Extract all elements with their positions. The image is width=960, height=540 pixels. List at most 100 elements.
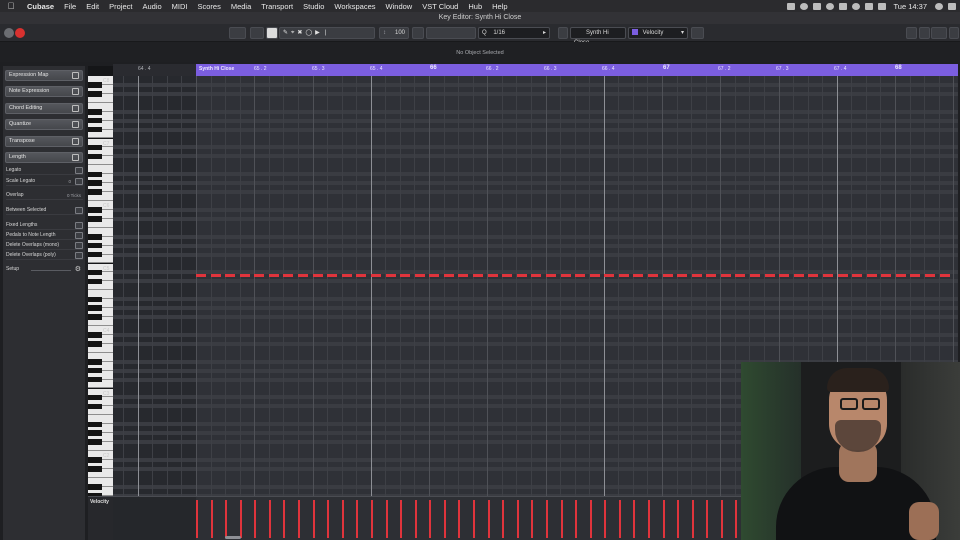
velocity-bar[interactable]	[356, 500, 359, 538]
record-button[interactable]	[15, 28, 25, 38]
velocity-bar[interactable]	[400, 500, 403, 538]
menu-studio[interactable]: Studio	[298, 2, 329, 11]
midi-note[interactable]	[910, 274, 921, 277]
ruler[interactable]: 64 . 4 Synth Hi Close 65 . 2 65 . 3 65 .…	[113, 64, 958, 76]
midi-note[interactable]	[793, 274, 804, 277]
midi-note[interactable]	[822, 274, 833, 277]
midi-note[interactable]	[895, 274, 906, 277]
velocity-bar[interactable]	[487, 500, 490, 538]
midi-note[interactable]	[429, 274, 440, 277]
section-length[interactable]: Length	[5, 152, 83, 163]
midi-note[interactable]	[618, 274, 629, 277]
menubar-clock[interactable]: Tue 14:37	[891, 2, 931, 11]
velocity-bar[interactable]	[327, 500, 330, 538]
menu-audio[interactable]: Audio	[137, 2, 166, 11]
midi-note[interactable]	[283, 274, 294, 277]
velocity-bar[interactable]	[298, 500, 301, 538]
black-key[interactable]	[88, 314, 102, 320]
midi-note[interactable]	[604, 274, 615, 277]
function-fixed-lengths[interactable]: Fixed Lengths	[6, 221, 83, 230]
battery-icon[interactable]	[877, 2, 886, 10]
menu-scores[interactable]: Scores	[193, 2, 226, 11]
midi-note[interactable]	[779, 274, 790, 277]
midi-note[interactable]	[735, 274, 746, 277]
velocity-bar[interactable]	[589, 500, 592, 538]
velocity-bar[interactable]	[735, 500, 738, 538]
midi-note[interactable]	[268, 274, 279, 277]
section-chord-editing[interactable]: Chord Editing	[5, 103, 83, 114]
midi-note[interactable]	[225, 274, 236, 277]
keyboard-octave[interactable]	[88, 263, 113, 327]
object-selection-tool[interactable]	[266, 27, 278, 39]
quantize-field[interactable]: Q 1/16 ▸	[478, 27, 550, 39]
black-key[interactable]	[88, 171, 102, 177]
midi-note[interactable]	[545, 274, 556, 277]
midi-note[interactable]	[516, 274, 527, 277]
black-key[interactable]	[88, 439, 102, 445]
power-icon[interactable]	[4, 28, 14, 38]
black-key[interactable]	[88, 234, 102, 240]
midi-note[interactable]	[764, 274, 775, 277]
volume-icon[interactable]	[864, 2, 873, 10]
black-key[interactable]	[88, 207, 102, 213]
window-layout-icon[interactable]	[931, 27, 947, 39]
black-key[interactable]	[88, 332, 102, 338]
velocity-bar[interactable]	[254, 500, 257, 538]
black-key[interactable]	[88, 278, 102, 285]
menu-workspaces[interactable]: Workspaces	[329, 2, 380, 11]
velocity-bar[interactable]	[633, 500, 636, 538]
midi-note[interactable]	[356, 274, 367, 277]
midi-note[interactable]	[691, 274, 702, 277]
black-key[interactable]	[88, 109, 102, 115]
lower-zone-icon[interactable]	[906, 27, 917, 39]
menu-app[interactable]: Cubase	[22, 2, 59, 11]
overlap-row[interactable]: Overlap 0 Ticks	[6, 191, 83, 200]
midi-note[interactable]	[837, 274, 848, 277]
velocity-bar[interactable]	[196, 500, 198, 538]
velocity-bar[interactable]	[706, 500, 709, 538]
scale-legato-value[interactable]: 0	[68, 177, 71, 186]
black-key[interactable]	[88, 403, 102, 410]
notification-icon[interactable]	[948, 2, 956, 10]
snap-icon[interactable]	[412, 27, 424, 39]
black-key[interactable]	[88, 367, 102, 374]
black-key[interactable]	[88, 394, 102, 401]
keyboard-octave[interactable]	[88, 326, 113, 389]
velocity-bar[interactable]	[531, 500, 534, 538]
part-list-icon[interactable]	[558, 27, 568, 39]
menu-window[interactable]: Window	[381, 2, 418, 11]
screen-icon[interactable]	[786, 2, 795, 10]
keyboard-octave[interactable]	[88, 201, 113, 264]
midi-note[interactable]	[473, 274, 484, 277]
velocity-bar[interactable]	[443, 500, 446, 538]
menu-file[interactable]: File	[59, 2, 81, 11]
black-key[interactable]	[88, 144, 102, 151]
piano-keyboard[interactable]	[88, 66, 113, 496]
midi-note[interactable]	[706, 274, 717, 277]
midi-note[interactable]	[239, 274, 250, 277]
velocity-bar[interactable]	[458, 500, 461, 538]
midi-note[interactable]	[312, 274, 323, 277]
solo-editor-button[interactable]	[229, 27, 246, 39]
black-key[interactable]	[88, 341, 102, 347]
black-key[interactable]	[88, 466, 102, 472]
apply-button[interactable]	[75, 252, 83, 259]
velocity-bar[interactable]	[239, 500, 242, 538]
black-key[interactable]	[88, 91, 102, 97]
function-pedals-to-note-length[interactable]: Pedals to Note Length	[6, 231, 83, 240]
midi-note[interactable]	[443, 274, 454, 277]
midi-note[interactable]	[750, 274, 761, 277]
velocity-bar[interactable]	[575, 500, 578, 538]
midi-note[interactable]	[866, 274, 877, 277]
menu-transport[interactable]: Transport	[256, 2, 298, 11]
black-key[interactable]	[88, 117, 102, 124]
horizontal-scrollbar[interactable]	[225, 536, 241, 539]
menu-edit[interactable]: Edit	[81, 2, 104, 11]
section-quantize[interactable]: Quantize	[5, 119, 83, 130]
midi-note[interactable]	[925, 274, 935, 277]
chevron-down-icon[interactable]	[75, 207, 83, 214]
midi-note[interactable]	[298, 274, 309, 277]
velocity-bar[interactable]	[210, 500, 213, 538]
dropbox-icon[interactable]	[825, 2, 834, 10]
midi-note[interactable]	[327, 274, 338, 277]
